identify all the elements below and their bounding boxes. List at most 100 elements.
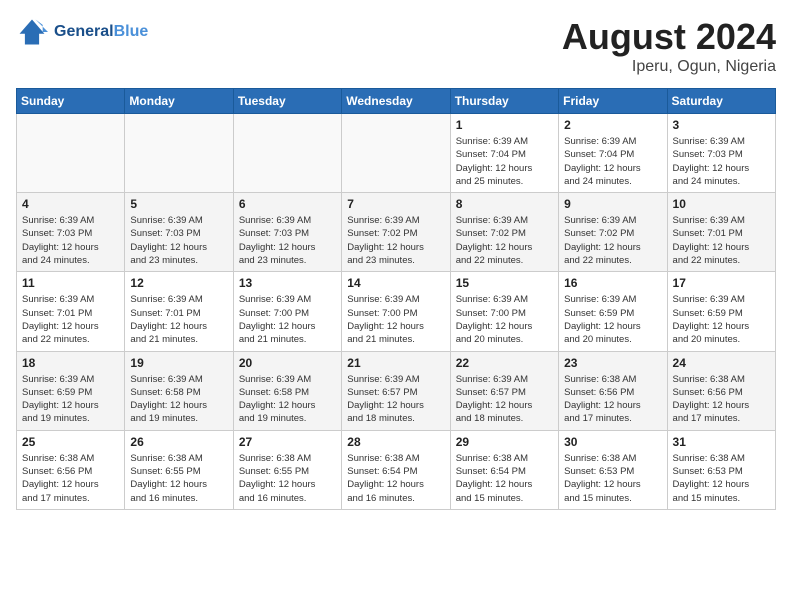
day-number: 18 <box>22 356 119 370</box>
day-info: Sunrise: 6:39 AM Sunset: 7:00 PM Dayligh… <box>456 293 553 346</box>
calendar-cell: 29 Sunrise: 6:38 AM Sunset: 6:54 PM Dayli… <box>450 430 558 509</box>
day-info: Sunrise: 6:39 AM Sunset: 6:57 PM Dayligh… <box>456 373 553 426</box>
weekday-header: Thursday <box>450 89 558 114</box>
day-number: 21 <box>347 356 444 370</box>
calendar-header-row: SundayMondayTuesdayWednesdayThursdayFrid… <box>17 89 776 114</box>
day-info: Sunrise: 6:39 AM Sunset: 6:58 PM Dayligh… <box>130 373 227 426</box>
day-number: 27 <box>239 435 336 449</box>
day-number: 1 <box>456 118 553 132</box>
calendar-cell: 3 Sunrise: 6:39 AM Sunset: 7:03 PM Daylig… <box>667 114 775 193</box>
day-info: Sunrise: 6:39 AM Sunset: 7:01 PM Dayligh… <box>673 214 770 267</box>
day-number: 23 <box>564 356 661 370</box>
day-number: 14 <box>347 276 444 290</box>
calendar-cell: 12 Sunrise: 6:39 AM Sunset: 7:01 PM Dayli… <box>125 272 233 351</box>
day-info: Sunrise: 6:39 AM Sunset: 7:03 PM Dayligh… <box>673 135 770 188</box>
weekday-header: Tuesday <box>233 89 341 114</box>
day-info: Sunrise: 6:39 AM Sunset: 6:59 PM Dayligh… <box>22 373 119 426</box>
weekday-header: Sunday <box>17 89 125 114</box>
day-number: 2 <box>564 118 661 132</box>
day-info: Sunrise: 6:39 AM Sunset: 7:02 PM Dayligh… <box>347 214 444 267</box>
day-number: 13 <box>239 276 336 290</box>
day-number: 19 <box>130 356 227 370</box>
calendar-cell: 20Sunrise: 6:39 AM Sunset: 6:58 PM Dayli… <box>233 351 341 430</box>
day-info: Sunrise: 6:38 AM Sunset: 6:54 PM Dayligh… <box>347 452 444 505</box>
day-info: Sunrise: 6:38 AM Sunset: 6:55 PM Dayligh… <box>130 452 227 505</box>
day-info: Sunrise: 6:39 AM Sunset: 7:04 PM Dayligh… <box>456 135 553 188</box>
calendar-cell: 27 Sunrise: 6:38 AM Sunset: 6:55 PM Dayli… <box>233 430 341 509</box>
day-info: Sunrise: 6:38 AM Sunset: 6:54 PM Dayligh… <box>456 452 553 505</box>
day-info: Sunrise: 6:38 AM Sunset: 6:55 PM Dayligh… <box>239 452 336 505</box>
day-info: Sunrise: 6:39 AM Sunset: 6:57 PM Dayligh… <box>347 373 444 426</box>
calendar-week-row: 1 Sunrise: 6:39 AM Sunset: 7:04 PM Daylig… <box>17 114 776 193</box>
calendar-cell: 14 Sunrise: 6:39 AM Sunset: 7:00 PM Dayli… <box>342 272 450 351</box>
day-info: Sunrise: 6:38 AM Sunset: 6:56 PM Dayligh… <box>673 373 770 426</box>
day-info: Sunrise: 6:38 AM Sunset: 6:53 PM Dayligh… <box>673 452 770 505</box>
day-number: 25 <box>22 435 119 449</box>
day-info: Sunrise: 6:39 AM Sunset: 7:04 PM Dayligh… <box>564 135 661 188</box>
day-info: Sunrise: 6:39 AM Sunset: 7:01 PM Dayligh… <box>130 293 227 346</box>
calendar-week-row: 18 Sunrise: 6:39 AM Sunset: 6:59 PM Dayli… <box>17 351 776 430</box>
day-info: Sunrise: 6:39 AM Sunset: 7:00 PM Dayligh… <box>239 293 336 346</box>
day-info: Sunrise: 6:39 AM Sunset: 7:03 PM Dayligh… <box>239 214 336 267</box>
day-info: Sunrise: 6:38 AM Sunset: 6:53 PM Dayligh… <box>564 452 661 505</box>
calendar-cell: 8Sunrise: 6:39 AM Sunset: 7:02 PM Daylig… <box>450 193 558 272</box>
logo: GeneralBlue <box>16 16 148 48</box>
calendar-cell: 24 Sunrise: 6:38 AM Sunset: 6:56 PM Dayli… <box>667 351 775 430</box>
calendar-cell: 16 Sunrise: 6:39 AM Sunset: 6:59 PM Dayli… <box>559 272 667 351</box>
day-info: Sunrise: 6:39 AM Sunset: 6:58 PM Dayligh… <box>239 373 336 426</box>
calendar-cell: 1 Sunrise: 6:39 AM Sunset: 7:04 PM Daylig… <box>450 114 558 193</box>
calendar-cell: 19 Sunrise: 6:39 AM Sunset: 6:58 PM Dayli… <box>125 351 233 430</box>
day-number: 5 <box>130 197 227 211</box>
day-number: 12 <box>130 276 227 290</box>
day-number: 17 <box>673 276 770 290</box>
weekday-header: Wednesday <box>342 89 450 114</box>
calendar-cell: 2 Sunrise: 6:39 AM Sunset: 7:04 PM Daylig… <box>559 114 667 193</box>
calendar-cell: 17Sunrise: 6:39 AM Sunset: 6:59 PM Dayli… <box>667 272 775 351</box>
day-number: 10 <box>673 197 770 211</box>
calendar-cell <box>342 114 450 193</box>
calendar-cell <box>17 114 125 193</box>
day-info: Sunrise: 6:39 AM Sunset: 6:59 PM Dayligh… <box>564 293 661 346</box>
day-number: 3 <box>673 118 770 132</box>
calendar-cell: 25 Sunrise: 6:38 AM Sunset: 6:56 PM Dayli… <box>17 430 125 509</box>
calendar-cell <box>125 114 233 193</box>
day-number: 4 <box>22 197 119 211</box>
day-number: 9 <box>564 197 661 211</box>
calendar-week-row: 11 Sunrise: 6:39 AM Sunset: 7:01 PM Dayli… <box>17 272 776 351</box>
day-number: 16 <box>564 276 661 290</box>
day-number: 6 <box>239 197 336 211</box>
calendar-cell: 7 Sunrise: 6:39 AM Sunset: 7:02 PM Daylig… <box>342 193 450 272</box>
day-number: 15 <box>456 276 553 290</box>
calendar-table: SundayMondayTuesdayWednesdayThursdayFrid… <box>16 88 776 510</box>
day-number: 22 <box>456 356 553 370</box>
location: Iperu, Ogun, Nigeria <box>562 58 776 76</box>
day-info: Sunrise: 6:39 AM Sunset: 7:00 PM Dayligh… <box>347 293 444 346</box>
calendar-cell <box>233 114 341 193</box>
calendar-cell: 22 Sunrise: 6:39 AM Sunset: 6:57 PM Dayli… <box>450 351 558 430</box>
day-number: 24 <box>673 356 770 370</box>
logo-name: GeneralBlue <box>54 23 148 41</box>
calendar-cell: 31Sunrise: 6:38 AM Sunset: 6:53 PM Dayli… <box>667 430 775 509</box>
calendar-cell: 23Sunrise: 6:38 AM Sunset: 6:56 PM Dayli… <box>559 351 667 430</box>
title-block: August 2024 Iperu, Ogun, Nigeria <box>562 16 776 76</box>
day-number: 29 <box>456 435 553 449</box>
calendar-cell: 30 Sunrise: 6:38 AM Sunset: 6:53 PM Dayli… <box>559 430 667 509</box>
day-number: 30 <box>564 435 661 449</box>
day-info: Sunrise: 6:38 AM Sunset: 6:56 PM Dayligh… <box>22 452 119 505</box>
month-title: August 2024 <box>562 16 776 58</box>
page-header: GeneralBlue August 2024 Iperu, Ogun, Nig… <box>16 16 776 76</box>
calendar-cell: 28 Sunrise: 6:38 AM Sunset: 6:54 PM Dayli… <box>342 430 450 509</box>
calendar-cell: 21 Sunrise: 6:39 AM Sunset: 6:57 PM Dayli… <box>342 351 450 430</box>
day-info: Sunrise: 6:39 AM Sunset: 7:02 PM Dayligh… <box>564 214 661 267</box>
calendar-cell: 13 Sunrise: 6:39 AM Sunset: 7:00 PM Dayli… <box>233 272 341 351</box>
day-number: 26 <box>130 435 227 449</box>
day-number: 7 <box>347 197 444 211</box>
calendar-cell: 11Sunrise: 6:39 AM Sunset: 7:01 PM Dayli… <box>17 272 125 351</box>
day-number: 8 <box>456 197 553 211</box>
day-number: 28 <box>347 435 444 449</box>
calendar-cell: 9 Sunrise: 6:39 AM Sunset: 7:02 PM Daylig… <box>559 193 667 272</box>
logo-icon <box>16 16 48 48</box>
weekday-header: Friday <box>559 89 667 114</box>
day-number: 11 <box>22 276 119 290</box>
calendar-cell: 4Sunrise: 6:39 AM Sunset: 7:03 PM Daylig… <box>17 193 125 272</box>
